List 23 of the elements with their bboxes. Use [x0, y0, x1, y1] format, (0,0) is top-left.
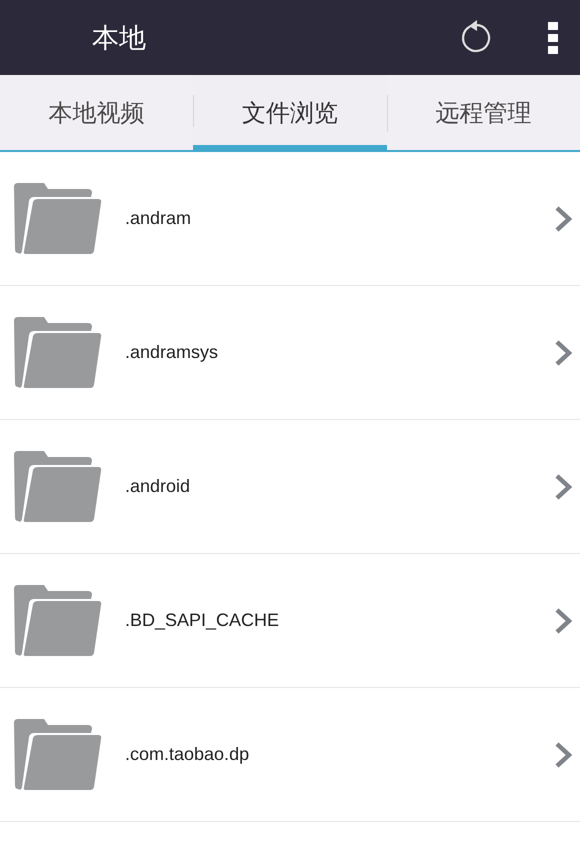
folder-icon [12, 718, 104, 790]
folder-name: .andramsys [125, 342, 220, 363]
folder-icon [12, 182, 104, 254]
chevron-icon [554, 204, 572, 232]
chevron-icon [554, 472, 572, 500]
app-title: 本地 [92, 22, 147, 56]
folder-name: .com.taobao.dp [125, 744, 250, 765]
folder-icon [12, 316, 104, 388]
menu-icon[interactable] [546, 20, 560, 56]
folder-row[interactable]: .com.taobao.dp [0, 688, 580, 822]
folder-row[interactable]: .andramsys [0, 286, 580, 420]
chevron-icon [554, 338, 572, 366]
folder-row[interactable]: .BD_SAPI_CACHE [0, 554, 580, 688]
chevron-icon [554, 606, 572, 634]
chevron-icon [554, 740, 572, 768]
folder-icon [12, 450, 104, 522]
tab[interactable]: 远程管理 [386, 75, 580, 152]
folder-name: .andram [125, 208, 192, 229]
folder-row[interactable]: .android [0, 420, 580, 554]
folder-row[interactable]: .andram [0, 152, 580, 286]
folder-name: .android [125, 476, 192, 497]
folder-icon [12, 584, 104, 656]
folder-name: .BD_SAPI_CACHE [125, 610, 280, 631]
